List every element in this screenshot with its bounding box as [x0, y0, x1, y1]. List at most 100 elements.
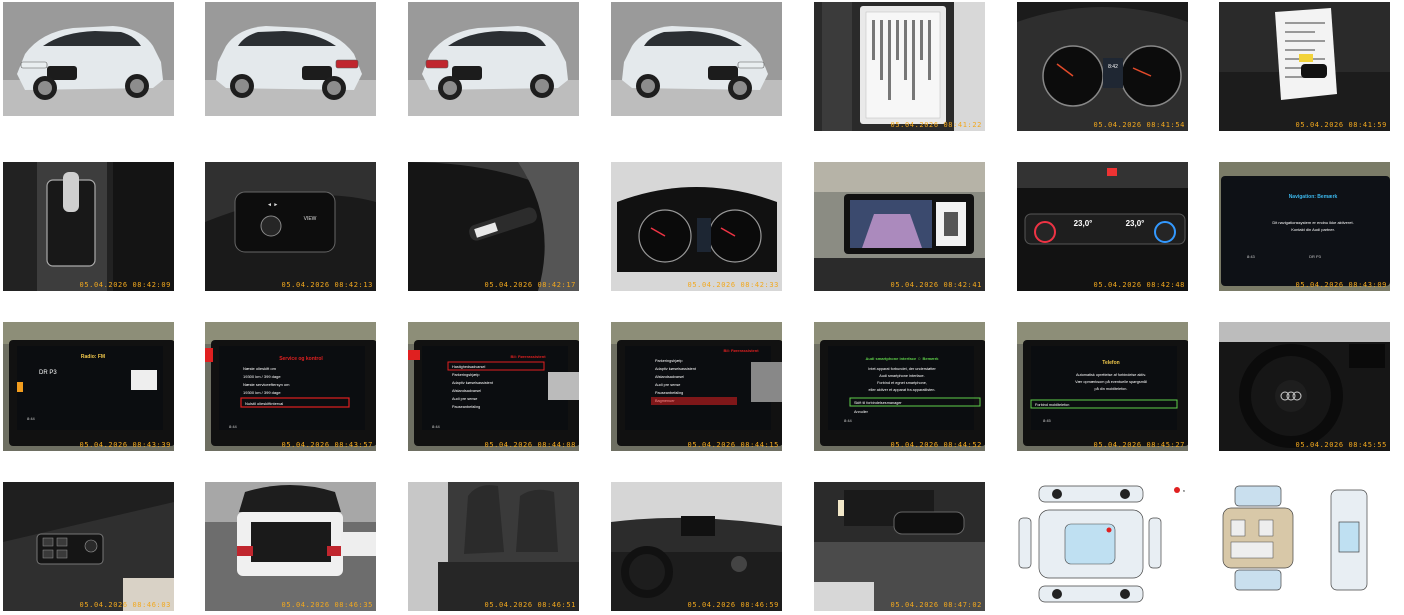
svg-text:Afstandsadvarsel: Afstandsadvarsel [655, 375, 684, 379]
svg-text:8:44: 8:44 [432, 424, 441, 429]
photo-image: B [1017, 482, 1188, 611]
photo-image [611, 2, 782, 116]
photo-thumbnail-service-screen[interactable]: Service og kontrol Næste olieskift om 19… [205, 322, 376, 451]
photo-thumbnail-key-and-papers[interactable]: 05.04.2026 08:41:59 [1219, 2, 1390, 131]
photo-thumbnail-gear-selector[interactable]: 05.04.2026 08:42:09 [3, 162, 174, 291]
photo-thumbnail-wiper-stalk[interactable]: 05.04.2026 08:42:17 [408, 162, 579, 291]
photo-thumbnail-reverse-camera-screen[interactable]: 05.04.2026 08:42:41 [814, 162, 985, 291]
photo-thumbnail-steering-wheel-buttons[interactable]: VIEW ◄ ► 05.04.2026 08:42:13 [205, 162, 376, 291]
photo-timestamp: 05.04.2026 08:46:59 [687, 601, 779, 609]
photo-timestamp: 05.04.2026 08:46:35 [281, 601, 373, 609]
photo-thumbnail-vin-plate[interactable]: 05.04.2026 08:41:22 [814, 2, 985, 131]
photo-thumbnail-car-front-right[interactable] [611, 2, 782, 116]
photo-timestamp: 05.04.2026 08:47:02 [890, 601, 982, 609]
svg-text:Audi smartphone interface.: Audi smartphone interface. [879, 374, 924, 378]
svg-text:8:44: 8:44 [844, 418, 853, 423]
photo-image [408, 162, 579, 291]
photo-timestamp: 05.04.2026 08:45:55 [1295, 441, 1387, 449]
photo-timestamp: 05.04.2026 08:41:22 [890, 121, 982, 129]
photo-timestamp: 05.04.2026 08:42:13 [281, 281, 373, 289]
svg-text:Radio: FM: Radio: FM [81, 354, 105, 360]
photo-timestamp: 05.04.2026 08:42:17 [484, 281, 576, 289]
photo-thumbnail-instrument-cluster[interactable]: 8:42 05.04.2026 08:41:54 [1017, 2, 1188, 131]
photo-image [1219, 322, 1390, 451]
svg-text:Forbind et egnet smartphone,: Forbind et egnet smartphone, [877, 381, 927, 385]
svg-text:Bil: Førerassistent: Bil: Førerassistent [723, 348, 759, 353]
photo-thumbnail-door-window-controls[interactable]: 05.04.2026 08:46:03 [3, 482, 174, 611]
photo-timestamp: 05.04.2026 08:43:39 [79, 441, 171, 449]
photo-timestamp: 05.04.2026 08:45:27 [1093, 441, 1185, 449]
svg-text:på din mobiltelefon.: på din mobiltelefon. [1095, 387, 1128, 391]
photo-image: Service og kontrol Næste olieskift om 19… [205, 322, 376, 451]
photo-image: VIEW ◄ ► [205, 162, 376, 291]
svg-text:◄ ►: ◄ ► [267, 202, 278, 208]
photo-thumbnail-damage-diagram-exterior[interactable]: B [1017, 482, 1188, 611]
photo-timestamp: 05.04.2026 08:44:15 [687, 441, 779, 449]
photo-thumbnail-rear-seats[interactable]: 05.04.2026 08:46:51 [408, 482, 579, 611]
photo-image: Audi smartphone interface ☺ Bemærk Intet… [814, 322, 985, 451]
photo-thumbnail-smartphone-screen[interactable]: Audi smartphone interface ☺ Bemærk Intet… [814, 322, 985, 451]
svg-text:Intet apparat forbundet, der u: Intet apparat forbundet, der understøtte… [868, 367, 936, 371]
svg-text:8:42: 8:42 [1108, 64, 1118, 70]
svg-text:Bil: Førerassistent: Bil: Førerassistent [510, 354, 546, 359]
photo-image [3, 2, 174, 116]
svg-text:Adaptiv kørselsassistent: Adaptiv kørselsassistent [655, 367, 697, 371]
photo-thumbnail-car-rear-right[interactable] [408, 2, 579, 116]
photo-timestamp: 05.04.2026 08:42:09 [79, 281, 171, 289]
svg-text:Automatisk oprettelse af forbi: Automatisk oprettelse af forbindelse akt… [1076, 373, 1146, 377]
photo-thumbnail-climate-control[interactable]: 23,0° 23,0° 05.04.2026 08:42:48 [1017, 162, 1188, 291]
svg-text:DR P3: DR P3 [1309, 254, 1322, 259]
photo-image [611, 162, 782, 291]
photo-thumbnail-car-front-left[interactable] [3, 2, 174, 116]
photo-image: Bil: Førerassistent Hastighedsadvarsel Pa… [408, 322, 579, 451]
photo-image [1219, 2, 1390, 131]
photo-timestamp: 05.04.2026 08:44:08 [484, 441, 576, 449]
photo-thumbnail-damage-diagram-interior[interactable] [1219, 482, 1390, 611]
svg-text:Pauseanbefaling: Pauseanbefaling [655, 391, 683, 395]
photo-thumbnail-dashboard-gauges[interactable]: 05.04.2026 08:42:33 [611, 162, 782, 291]
photo-timestamp: 05.04.2026 08:42:41 [890, 281, 982, 289]
photo-thumbnail-car-rear-left[interactable] [205, 2, 376, 116]
photo-thumbnail-front-dashboard[interactable]: 05.04.2026 08:46:59 [611, 482, 782, 611]
photo-timestamp: 05.04.2026 08:43:09 [1295, 281, 1387, 289]
svg-text:B: B [1183, 489, 1185, 493]
photo-image: Telefon Automatisk oprettelse af forbind… [1017, 322, 1188, 451]
photo-gallery: 05.04.2026 08:41:22 8:42 05.04.2026 08:41… [0, 0, 1404, 615]
photo-image [611, 482, 782, 611]
photo-image: 23,0° 23,0° [1017, 162, 1188, 291]
photo-thumbnail-open-trunk[interactable]: 05.04.2026 08:46:35 [205, 482, 376, 611]
photo-thumbnail-interior-mirror[interactable]: 05.04.2026 08:47:02 [814, 482, 985, 611]
svg-text:8:45: 8:45 [1043, 418, 1052, 423]
svg-text:23,0°: 23,0° [1074, 219, 1093, 228]
photo-thumbnail-radio-screen[interactable]: Radio: FM DR P3 8:44 05.04.2026 08:43:39 [3, 322, 174, 451]
photo-image [205, 2, 376, 116]
photo-timestamp: 05.04.2026 08:42:48 [1093, 281, 1185, 289]
photo-thumbnail-assist-menu-screen[interactable]: Bil: Førerassistent Hastighedsadvarsel Pa… [408, 322, 579, 451]
photo-image [408, 482, 579, 611]
photo-image [3, 482, 174, 611]
svg-text:Parkeringshjælp: Parkeringshjælp [655, 359, 682, 363]
photo-thumbnail-navigation-screen[interactable]: Navigation: Bemærk Dit navigationssystem… [1219, 162, 1390, 291]
svg-text:Pauseanbefaling: Pauseanbefaling [452, 405, 480, 409]
svg-text:Audi pre sense: Audi pre sense [655, 383, 680, 387]
photo-thumbnail-telefon-screen[interactable]: Telefon Automatisk oprettelse af forbind… [1017, 322, 1188, 451]
svg-text:Telefon: Telefon [1102, 360, 1119, 366]
svg-text:Annuller: Annuller [854, 410, 869, 414]
photo-image [814, 482, 985, 611]
svg-text:Hastighedsadvarsel: Hastighedsadvarsel [452, 365, 486, 369]
svg-text:Kontakt din Audi partner.: Kontakt din Audi partner. [1291, 227, 1335, 232]
photo-timestamp: 05.04.2026 08:46:51 [484, 601, 576, 609]
photo-image: Bil: Førerassistent Parkeringshjælp Adapt… [611, 322, 782, 451]
photo-timestamp: 05.04.2026 08:41:59 [1295, 121, 1387, 129]
photo-image: 8:42 [1017, 2, 1188, 131]
svg-text:23,0°: 23,0° [1126, 219, 1145, 228]
svg-text:DR P3: DR P3 [39, 370, 57, 376]
svg-text:Nulstil olieskiftinterval: Nulstil olieskiftinterval [245, 401, 283, 406]
photo-thumbnail-steering-wheel-interior[interactable]: 05.04.2026 08:45:55 [1219, 322, 1390, 451]
svg-text:19300 km / 399 dage: 19300 km / 399 dage [243, 390, 281, 395]
photo-timestamp: 05.04.2026 08:44:52 [890, 441, 982, 449]
photo-image [3, 162, 174, 291]
svg-text:8:43: 8:43 [1247, 254, 1256, 259]
photo-thumbnail-assist-menu-screen-2[interactable]: Bil: Førerassistent Parkeringshjælp Adapt… [611, 322, 782, 451]
photo-timestamp: 05.04.2026 08:43:57 [281, 441, 373, 449]
